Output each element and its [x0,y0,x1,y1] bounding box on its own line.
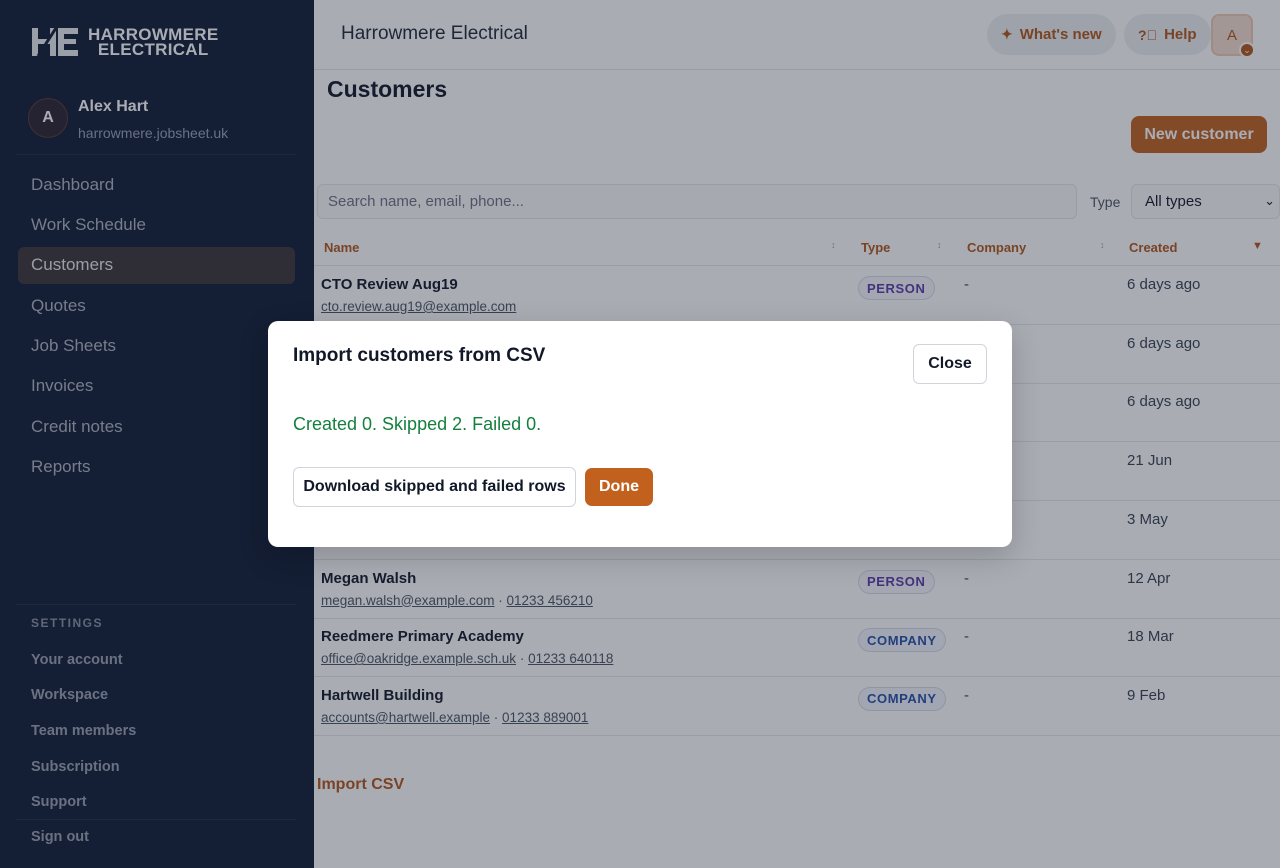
download-skipped-failed-button[interactable]: Download skipped and failed rows [293,467,576,507]
done-button[interactable]: Done [585,468,653,506]
close-button[interactable]: Close [913,344,987,384]
modal-title: Import customers from CSV [293,345,546,366]
import-modal: Import customers from CSV Close Created … [268,321,1012,547]
import-result-text: Created 0. Skipped 2. Failed 0. [293,414,542,434]
